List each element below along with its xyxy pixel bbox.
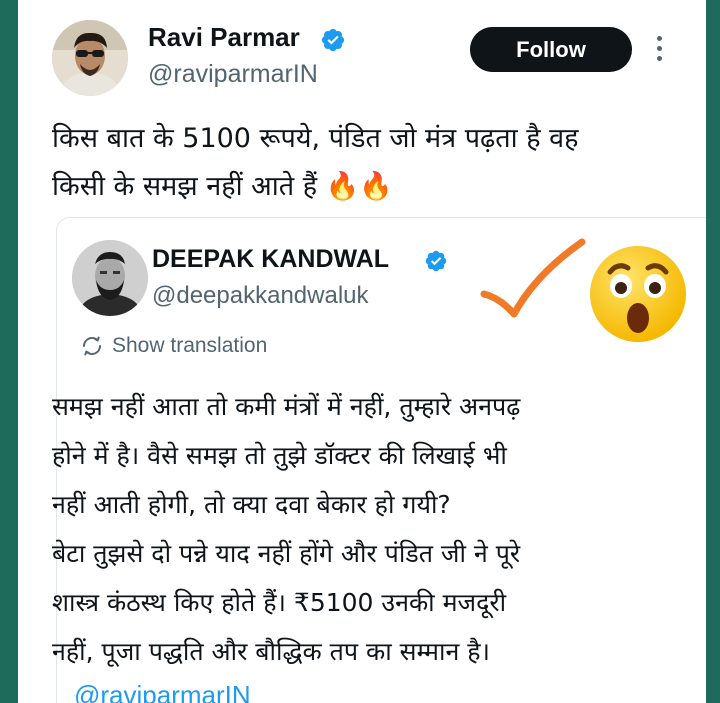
more-options-icon[interactable] xyxy=(650,36,668,70)
quoted-text-line: नहीं, पूजा पद्धति और बौद्धिक तप का सम्मा… xyxy=(52,637,491,666)
mention-link[interactable]: @raviparmarIN xyxy=(74,680,251,703)
author-handle[interactable]: @raviparmarIN xyxy=(148,60,318,89)
tweet-text-line: किसी के समझ नहीं आते हैं 🔥🔥 xyxy=(52,171,393,202)
quoted-author-name[interactable]: DEEPAK KANDWAL xyxy=(152,245,389,274)
quoted-author-avatar-image xyxy=(72,240,148,316)
tweet-text-line: किस बात के 5100 रूपये, पंडित जो मंत्र पढ… xyxy=(52,123,579,154)
quoted-text-line: समझ नहीं आता तो कमी मंत्रों में नहीं, तु… xyxy=(52,392,521,421)
quoted-text-line: होने में है। वैसे समझ तो तुझे डॉक्टर की … xyxy=(52,441,507,470)
author-name[interactable]: Ravi Parmar xyxy=(148,22,300,53)
astonished-face-emoji xyxy=(590,246,686,342)
quoted-text-line: बेटा तुझसे दो पन्ने याद नहीं होंगे और पं… xyxy=(52,539,521,568)
quoted-text-line: नहीं आती होगी, तो क्या दवा बेकार हो गयी? xyxy=(52,490,451,519)
quoted-text-line: शास्त्र कंठस्थ किए होते हैं। ₹5100 उनकी … xyxy=(52,588,507,617)
quoted-tweet-text: समझ नहीं आता तो कमी मंत्रों में नहीं, तु… xyxy=(52,382,520,676)
quoted-author-handle[interactable]: @deepakkandwaluk xyxy=(152,282,369,310)
tweet-text: किस बात के 5100 रूपये, पंडित जो मंत्र पढ… xyxy=(52,115,578,211)
show-translation-link[interactable]: Show translation xyxy=(80,334,267,358)
tweet-card: Ravi Parmar @raviparmarIN Follow किस बात… xyxy=(18,0,706,703)
translate-icon xyxy=(83,336,101,356)
checkmark-icon xyxy=(480,238,586,318)
verified-badge-icon xyxy=(321,28,345,52)
quoted-author-avatar[interactable] xyxy=(72,240,148,316)
show-translation-label: Show translation xyxy=(112,334,268,357)
author-avatar[interactable] xyxy=(52,20,128,96)
author-avatar-image xyxy=(52,20,128,96)
verified-badge-icon xyxy=(425,250,447,272)
follow-button[interactable]: Follow xyxy=(470,27,632,72)
